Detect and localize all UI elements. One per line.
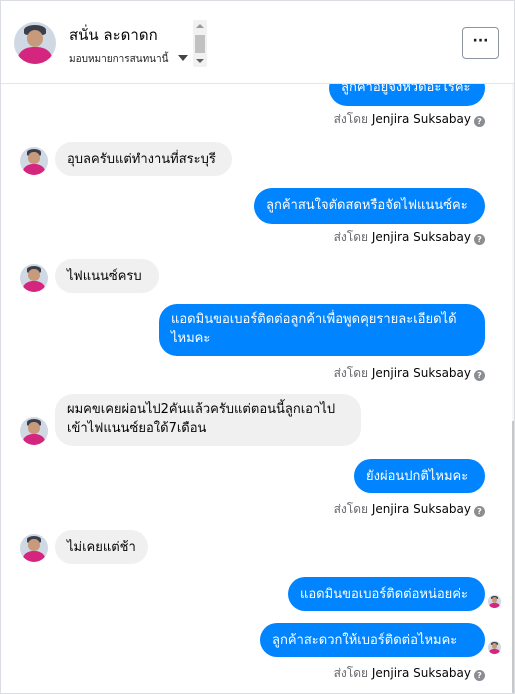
more-options-button[interactable]: ··· bbox=[462, 27, 499, 59]
message-text: ลูกค้าสะดวกให้เบอร์ติดต่อไหมคะ bbox=[272, 633, 458, 648]
question-circle-icon[interactable]: ? bbox=[474, 234, 485, 245]
agent-name: Jenjira Suksabay bbox=[371, 230, 471, 244]
message-bubble-outgoing[interactable]: แอดมินขอเบอร์ติดต่อลูกค้าเพื่อพูดคุยรายล… bbox=[159, 304, 485, 356]
scroll-down-arrow-icon[interactable] bbox=[196, 59, 204, 63]
question-circle-icon[interactable]: ? bbox=[474, 670, 485, 681]
seen-avatar bbox=[488, 595, 501, 608]
conversation-header: สนั่น ละดาดก มอบหมายการสนทนานี้ ··· bbox=[1, 1, 514, 84]
sent-by-label: ส่งโดย Jenjira Suksabay? bbox=[334, 664, 485, 683]
message-text: แอดมินขอเบอร์ติดต่อลูกค้าเพื่อพูดคุยรายล… bbox=[171, 312, 457, 346]
message-bubble-incoming[interactable]: ผมคขเคยผ่อนไป2คันแล้วครับแต่ตอนนี้ลูกเอา… bbox=[55, 394, 361, 446]
message-text: ผมคขเคยผ่อนไป2คันแล้วครับแต่ตอนนี้ลูกเอา… bbox=[67, 402, 336, 436]
message-bubble-incoming[interactable]: อุบลครับแต่ทำงานที่สระบุรี bbox=[55, 142, 232, 176]
caret-down-icon[interactable] bbox=[178, 55, 188, 61]
question-circle-icon[interactable]: ? bbox=[474, 506, 485, 517]
scroll-up-arrow-icon[interactable] bbox=[196, 24, 204, 28]
question-circle-icon[interactable]: ? bbox=[474, 116, 485, 127]
scrollbar-thumb[interactable] bbox=[195, 35, 205, 53]
message-text: ลูกค้าสนใจตัดสดหรือจัดไฟแนนซ์คะ bbox=[266, 198, 468, 213]
contact-avatar-small[interactable] bbox=[20, 264, 48, 292]
message-bubble-incoming[interactable]: ไฟแนนซ์ครบ bbox=[55, 259, 159, 293]
agent-name: Jenjira Suksabay bbox=[371, 366, 471, 380]
contact-name[interactable]: สนั่น ละดาดก bbox=[69, 23, 158, 47]
contact-avatar-small[interactable] bbox=[20, 147, 48, 175]
agent-name: Jenjira Suksabay bbox=[371, 502, 471, 516]
assign-conversation-link[interactable]: มอบหมายการสนทนานี้ bbox=[69, 52, 168, 67]
agent-name: Jenjira Suksabay bbox=[371, 112, 471, 126]
message-bubble-outgoing[interactable]: แอดมินขอเบอร์ติดต่อหน่อยค่ะ bbox=[288, 577, 485, 611]
message-text: ไม่เคยแต่ช้า bbox=[67, 540, 136, 555]
agent-name: Jenjira Suksabay bbox=[371, 666, 471, 680]
question-circle-icon[interactable]: ? bbox=[474, 370, 485, 381]
message-bubble-outgoing[interactable]: ลูกค้าสนใจตัดสดหรือจัดไฟแนนซ์คะ bbox=[254, 188, 485, 224]
message-text: ยังผ่อนปกติไหมคะ bbox=[366, 469, 469, 484]
sent-by-label: ส่งโดย Jenjira Suksabay? bbox=[334, 500, 485, 519]
message-text: อุบลครับแต่ทำงานที่สระบุรี bbox=[67, 152, 216, 167]
message-bubble-outgoing[interactable]: ยังผ่อนปกติไหมคะ bbox=[354, 459, 485, 493]
contact-avatar-small[interactable] bbox=[20, 534, 48, 562]
seen-avatar bbox=[488, 641, 501, 654]
messenger-window: สนั่น ละดาดก มอบหมายการสนทนานี้ ··· ลูกค… bbox=[0, 0, 515, 694]
sent-by-label: ส่งโดย Jenjira Suksabay? bbox=[334, 228, 485, 247]
message-text: แอดมินขอเบอร์ติดต่อหน่อยค่ะ bbox=[300, 587, 468, 602]
message-list: ลูกค้าอยู่จังหวัดอะไรคะ ส่งโดย Jenjira S… bbox=[1, 70, 514, 693]
contact-avatar[interactable] bbox=[14, 22, 56, 64]
header-scrollbar[interactable] bbox=[193, 20, 207, 67]
sent-by-label: ส่งโดย Jenjira Suksabay? bbox=[334, 364, 485, 383]
sent-by-label: ส่งโดย Jenjira Suksabay? bbox=[334, 110, 485, 129]
message-bubble-outgoing[interactable]: ลูกค้าสะดวกให้เบอร์ติดต่อไหมคะ bbox=[260, 623, 485, 657]
contact-avatar-small[interactable] bbox=[20, 417, 48, 445]
message-bubble-incoming[interactable]: ไม่เคยแต่ช้า bbox=[55, 530, 148, 564]
message-text: ไฟแนนซ์ครบ bbox=[67, 269, 142, 284]
